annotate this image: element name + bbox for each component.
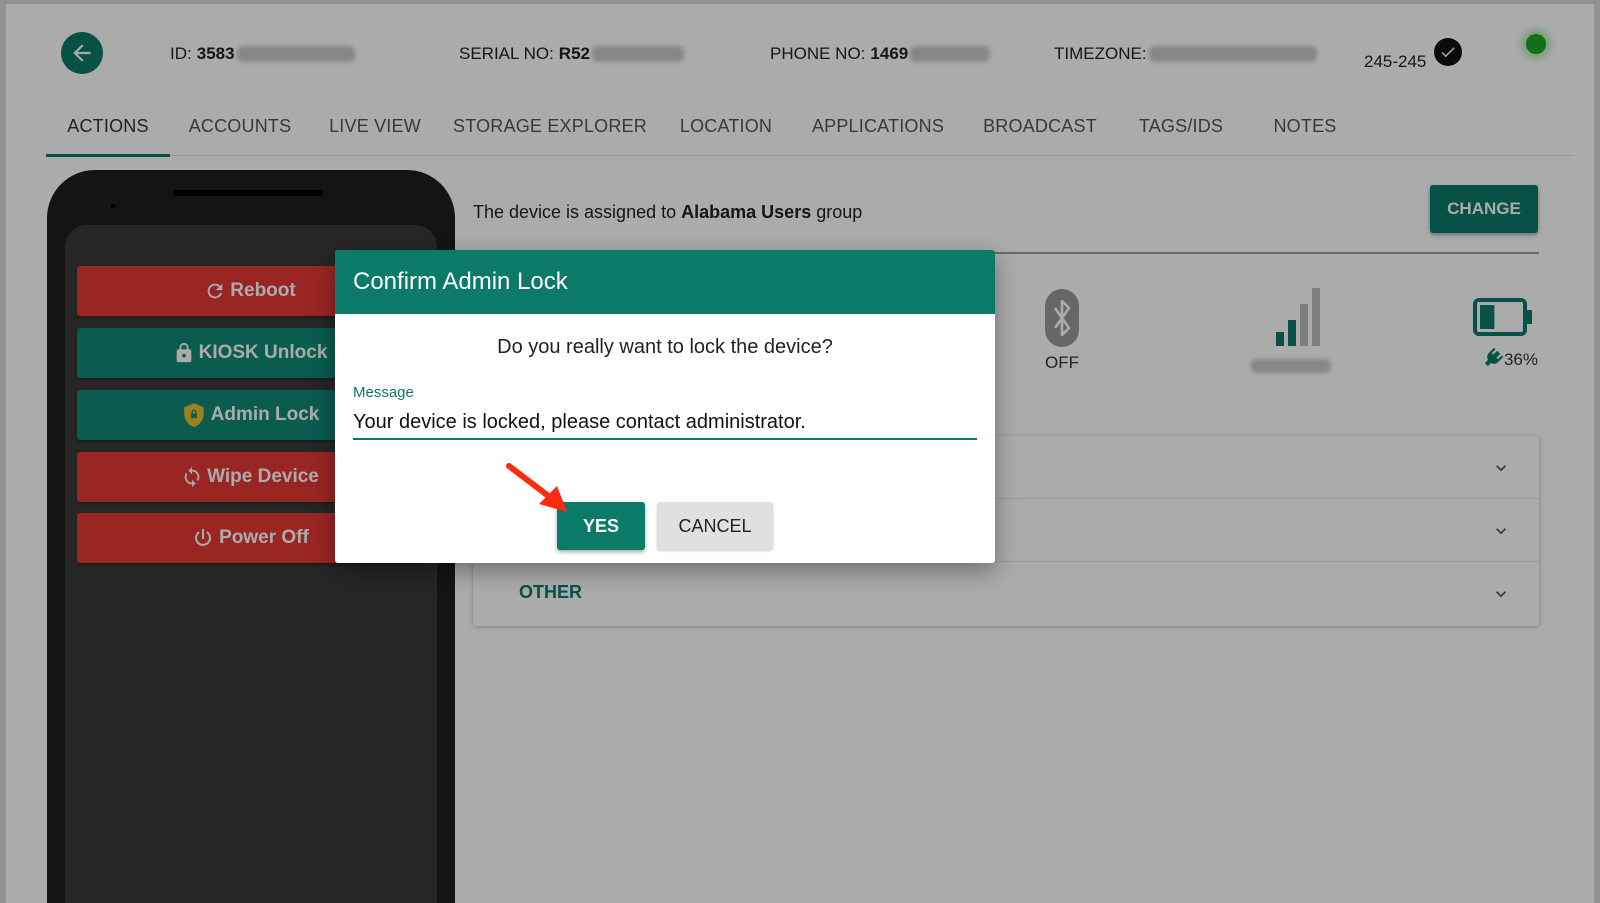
cancel-button[interactable]: CANCEL xyxy=(657,502,773,550)
confirm-admin-lock-dialog: Confirm Admin Lock Do you really want to… xyxy=(335,250,995,563)
dialog-title: Confirm Admin Lock xyxy=(335,250,995,314)
message-input[interactable] xyxy=(353,406,977,440)
dialog-question: Do you really want to lock the device? xyxy=(497,336,833,358)
annotation-arrow-icon xyxy=(506,463,567,512)
message-field-label: Message xyxy=(353,384,414,401)
